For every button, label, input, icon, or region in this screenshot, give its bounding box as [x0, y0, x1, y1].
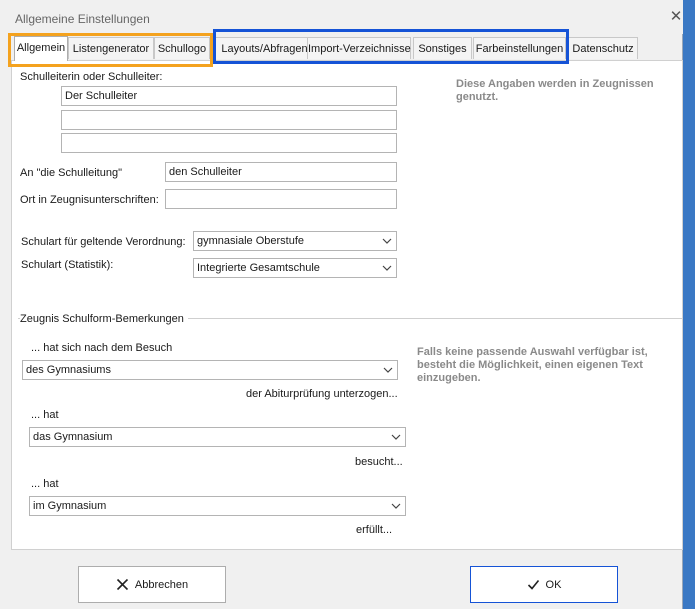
checkmark-icon [527, 579, 539, 590]
bemerkung2-value: das Gymnasium [33, 431, 113, 443]
bemerkung2-suffix: besucht... [355, 456, 403, 468]
chevron-down-icon [382, 265, 392, 271]
bemerkung1-select[interactable]: des Gymnasiums [22, 360, 398, 380]
x-icon [116, 578, 128, 591]
close-icon[interactable]: ✕ [668, 9, 684, 25]
bemerkung1-value: des Gymnasiums [26, 364, 111, 376]
chevron-down-icon [391, 503, 401, 509]
bemerkung2-label: ... hat [31, 409, 59, 421]
tab-datenschutz[interactable]: Datenschutz [568, 37, 638, 59]
tab-layouts-abfragen[interactable]: Layouts/Abfragen [215, 37, 314, 59]
ort-label: Ort in Zeugnisunterschriften: [20, 194, 159, 206]
tab-import-verzeichnisse[interactable]: Import-Verzeichnisse [307, 37, 411, 59]
schulart-statistik-select[interactable]: Integrierte Gesamtschule [193, 258, 397, 278]
chevron-down-icon [383, 367, 393, 373]
schulart-verordnung-value: gymnasiale Oberstufe [197, 235, 304, 247]
ok-button-label: OK [545, 578, 562, 591]
tab-schullogo[interactable]: Schullogo [154, 37, 210, 59]
cancel-button[interactable]: Abbrechen [78, 566, 226, 603]
ok-button[interactable]: OK [470, 566, 618, 603]
schulleiter-line3-field[interactable] [61, 133, 397, 153]
bemerkung3-suffix: erfüllt... [356, 524, 393, 536]
dialog-window: Allgemeine Einstellungen ✕ Allgemein Lis… [0, 0, 683, 609]
schulleiter-line1-field[interactable]: Der Schulleiter [61, 86, 397, 106]
schulart-statistik-label: Schulart (Statistik): [21, 259, 114, 271]
tab-listengenerator[interactable]: Listengenerator [68, 37, 154, 59]
bemerkung1-label: ... hat sich nach dem Besuch [31, 342, 173, 354]
chevron-down-icon [391, 434, 401, 440]
hint-eigener-text: Falls keine passende Auswahl verfügbar i… [417, 346, 648, 384]
bemerkung2-select[interactable]: das Gymnasium [29, 427, 406, 447]
title-bar: Allgemeine Einstellungen ✕ [0, 0, 683, 34]
bemerkungen-group-label: Zeugnis Schulform-Bemerkungen [20, 313, 188, 325]
window-title: Allgemeine Einstellungen [15, 12, 150, 26]
an-schulleitung-label: An "die Schulleitung" [20, 167, 122, 179]
hint-zeugnis-angaben: Diese Angaben werden in Zeugnissen genut… [456, 78, 654, 103]
tab-farbeinstellungen[interactable]: Farbeinstellungen [473, 37, 566, 59]
tab-sonstiges[interactable]: Sonstiges [413, 37, 472, 59]
cancel-button-label: Abbrechen [134, 578, 189, 591]
bemerkung3-label: ... hat [31, 478, 59, 490]
schulleiter-line2-field[interactable] [61, 110, 397, 130]
schulart-verordnung-select[interactable]: gymnasiale Oberstufe [193, 231, 397, 251]
bemerkung1-suffix: der Abiturprüfung unterzogen... [246, 388, 398, 400]
tab-allgemein[interactable]: Allgemein [14, 36, 68, 61]
ort-field[interactable] [165, 189, 397, 209]
schulart-statistik-value: Integrierte Gesamtschule [197, 262, 320, 274]
schulart-verordnung-label: Schulart für geltende Verordnung: [21, 236, 186, 248]
an-schulleitung-field[interactable]: den Schulleiter [165, 162, 397, 182]
bemerkung3-value: im Gymnasium [33, 500, 107, 512]
chevron-down-icon [382, 238, 392, 244]
bemerkung3-select[interactable]: im Gymnasium [29, 496, 406, 516]
schulleiter-label: Schulleiterin oder Schulleiter: [20, 71, 163, 83]
